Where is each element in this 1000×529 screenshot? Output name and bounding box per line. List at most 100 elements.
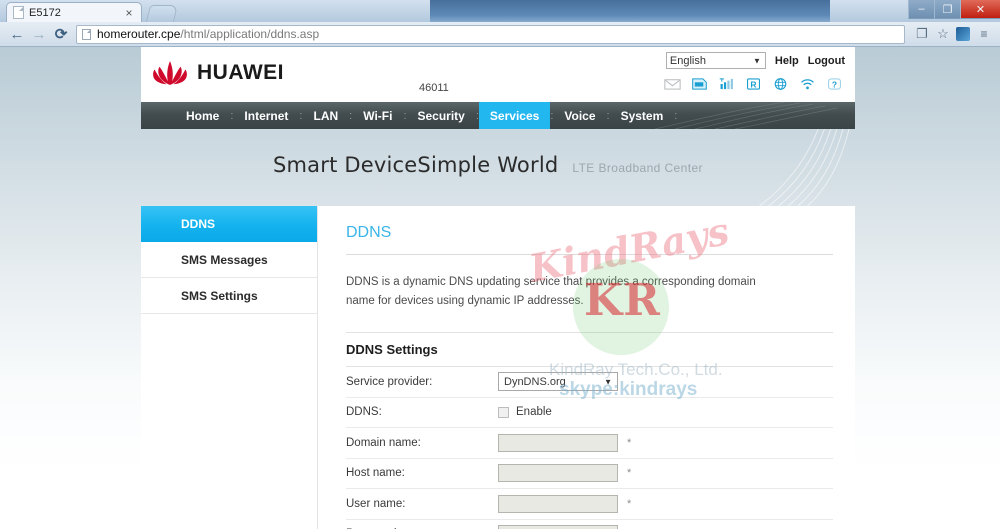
nav-item-home[interactable]: Home <box>175 102 230 129</box>
tab-strip: E5172 × – ❐ ✕ <box>0 0 1000 22</box>
service-provider-value: DynDNS.org <box>504 376 566 388</box>
form-row-password: Password: * <box>346 520 833 529</box>
tab-title: E5172 <box>29 7 123 19</box>
form-row-host-name: Host name: * <box>346 459 833 490</box>
nav-separator: : <box>674 102 677 129</box>
header-links: English ▼ Help Logout <box>664 52 845 69</box>
banner-line-2: Simple World <box>417 153 558 177</box>
domain-name-input[interactable] <box>498 434 618 452</box>
mail-icon[interactable] <box>664 76 681 92</box>
page-favicon-icon <box>13 6 24 19</box>
nav-item-system[interactable]: System <box>610 102 675 129</box>
language-select[interactable]: English ▼ <box>666 52 766 69</box>
sidebar-item-ddns[interactable]: DDNS <box>141 206 317 242</box>
brand-name: HUAWEI <box>197 61 284 85</box>
nav-item-lan[interactable]: LAN <box>302 102 349 129</box>
bookmark-star-icon[interactable]: ☆ <box>933 24 953 44</box>
svg-text:R: R <box>750 79 756 89</box>
back-icon[interactable]: ← <box>6 23 28 45</box>
minimize-button[interactable]: – <box>908 0 934 19</box>
label-user-name: User name: <box>346 498 498 510</box>
main-nav: Home : Internet : LAN : Wi-Fi : Security… <box>141 102 855 129</box>
nav-item-wifi[interactable]: Wi-Fi <box>352 102 403 129</box>
banner-line-1: Smart Device <box>273 153 417 177</box>
help-question-icon[interactable]: ? <box>826 76 843 92</box>
status-icon-bar: R ? <box>664 76 845 92</box>
router-header: HUAWEI 46011 English ▼ Help Logout <box>141 47 855 102</box>
chevron-down-icon: ▼ <box>753 56 761 65</box>
sidebar-item-sms-messages[interactable]: SMS Messages <box>141 242 317 278</box>
page-title: DDNS <box>346 224 833 255</box>
signal-bars-icon[interactable] <box>718 76 735 92</box>
control-password: * <box>498 525 631 529</box>
form-row-user-name: User name: * <box>346 489 833 520</box>
sim-card-icon[interactable] <box>691 76 708 92</box>
service-provider-select[interactable]: DynDNS.org ▼ <box>498 372 618 391</box>
router-admin-ui: HUAWEI 46011 English ▼ Help Logout <box>141 47 855 529</box>
label-ddns: DDNS: <box>346 406 498 418</box>
huawei-logo: HUAWEI <box>149 58 284 88</box>
form-row-service-provider: Service provider: DynDNS.org ▼ <box>346 367 833 398</box>
device-code: 46011 <box>419 82 449 94</box>
globe-icon[interactable] <box>772 76 789 92</box>
label-host-name: Host name: <box>346 467 498 479</box>
window-controls: – ❐ ✕ <box>908 0 1000 20</box>
nav-item-internet[interactable]: Internet <box>233 102 299 129</box>
site-favicon-icon <box>82 29 91 40</box>
close-window-button[interactable]: ✕ <box>960 0 1000 19</box>
wifi-icon[interactable] <box>799 76 816 92</box>
hero-banner: Smart Device Simple World LTE Broadband … <box>141 129 855 206</box>
host-name-input[interactable] <box>498 464 618 482</box>
control-ddns-enable: Enable <box>498 406 552 418</box>
required-mark: * <box>627 498 631 510</box>
language-value: English <box>670 55 706 67</box>
required-mark: * <box>627 437 631 449</box>
url-host: homerouter.cpe <box>97 27 180 41</box>
banner-subtitle: LTE Broadband Center <box>572 161 703 175</box>
nav-item-services[interactable]: Services <box>479 102 550 129</box>
browser-menu-icon[interactable]: ≡ <box>974 24 994 44</box>
content-panel: DDNS DDNS is a dynamic DNS updating serv… <box>318 206 855 529</box>
required-mark: * <box>627 467 631 479</box>
page-description: DDNS is a dynamic DNS updating service t… <box>346 273 786 311</box>
roaming-icon[interactable]: R <box>745 76 762 92</box>
nav-item-voice[interactable]: Voice <box>553 102 606 129</box>
ddns-enable-checkbox[interactable] <box>498 407 509 418</box>
control-host-name: * <box>498 464 631 482</box>
huawei-flower-icon <box>149 58 191 88</box>
browser-tab[interactable]: E5172 × <box>6 2 142 22</box>
body-area: DDNS SMS Messages SMS Settings DDNS DDNS… <box>141 206 855 529</box>
control-service-provider: DynDNS.org ▼ <box>498 372 618 391</box>
new-tab-button[interactable] <box>146 5 178 22</box>
sidebar: DDNS SMS Messages SMS Settings <box>141 206 318 529</box>
address-bar[interactable]: homerouter.cpe/html/application/ddns.asp <box>76 25 905 44</box>
user-name-input[interactable] <box>498 495 618 513</box>
header-right: English ▼ Help Logout <box>664 52 845 92</box>
logout-link[interactable]: Logout <box>808 55 845 67</box>
section-divider <box>346 332 833 333</box>
browser-window: E5172 × – ❐ ✕ ← → ⟳ homerouter.cpe/html/… <box>0 0 1000 529</box>
translate-icon[interactable]: ❐ <box>912 24 932 44</box>
desktop-backdrop <box>430 0 830 22</box>
control-domain-name: * <box>498 434 631 452</box>
chevron-down-icon: ▼ <box>604 377 612 386</box>
page-viewport: HUAWEI 46011 English ▼ Help Logout <box>0 47 1000 529</box>
url-path: /html/application/ddns.asp <box>180 27 319 41</box>
forward-icon[interactable]: → <box>28 23 50 45</box>
restore-button[interactable]: ❐ <box>934 0 960 19</box>
browser-toolbar: ← → ⟳ homerouter.cpe/html/application/dd… <box>0 22 1000 47</box>
reload-icon[interactable]: ⟳ <box>50 23 72 45</box>
password-input[interactable] <box>498 525 618 529</box>
sidebar-item-sms-settings[interactable]: SMS Settings <box>141 278 317 314</box>
close-tab-icon[interactable]: × <box>123 7 135 19</box>
banner-text: Smart Device Simple World LTE Broadband … <box>273 153 703 177</box>
label-domain-name: Domain name: <box>346 437 498 449</box>
ddns-enable-label: Enable <box>516 406 552 418</box>
extension-icon[interactable] <box>956 27 970 41</box>
form-row-domain-name: Domain name: * <box>346 428 833 459</box>
label-service-provider: Service provider: <box>346 376 498 388</box>
form-row-ddns-enable: DDNS: Enable <box>346 398 833 429</box>
nav-item-security[interactable]: Security <box>407 102 476 129</box>
control-user-name: * <box>498 495 631 513</box>
help-link[interactable]: Help <box>775 55 799 67</box>
